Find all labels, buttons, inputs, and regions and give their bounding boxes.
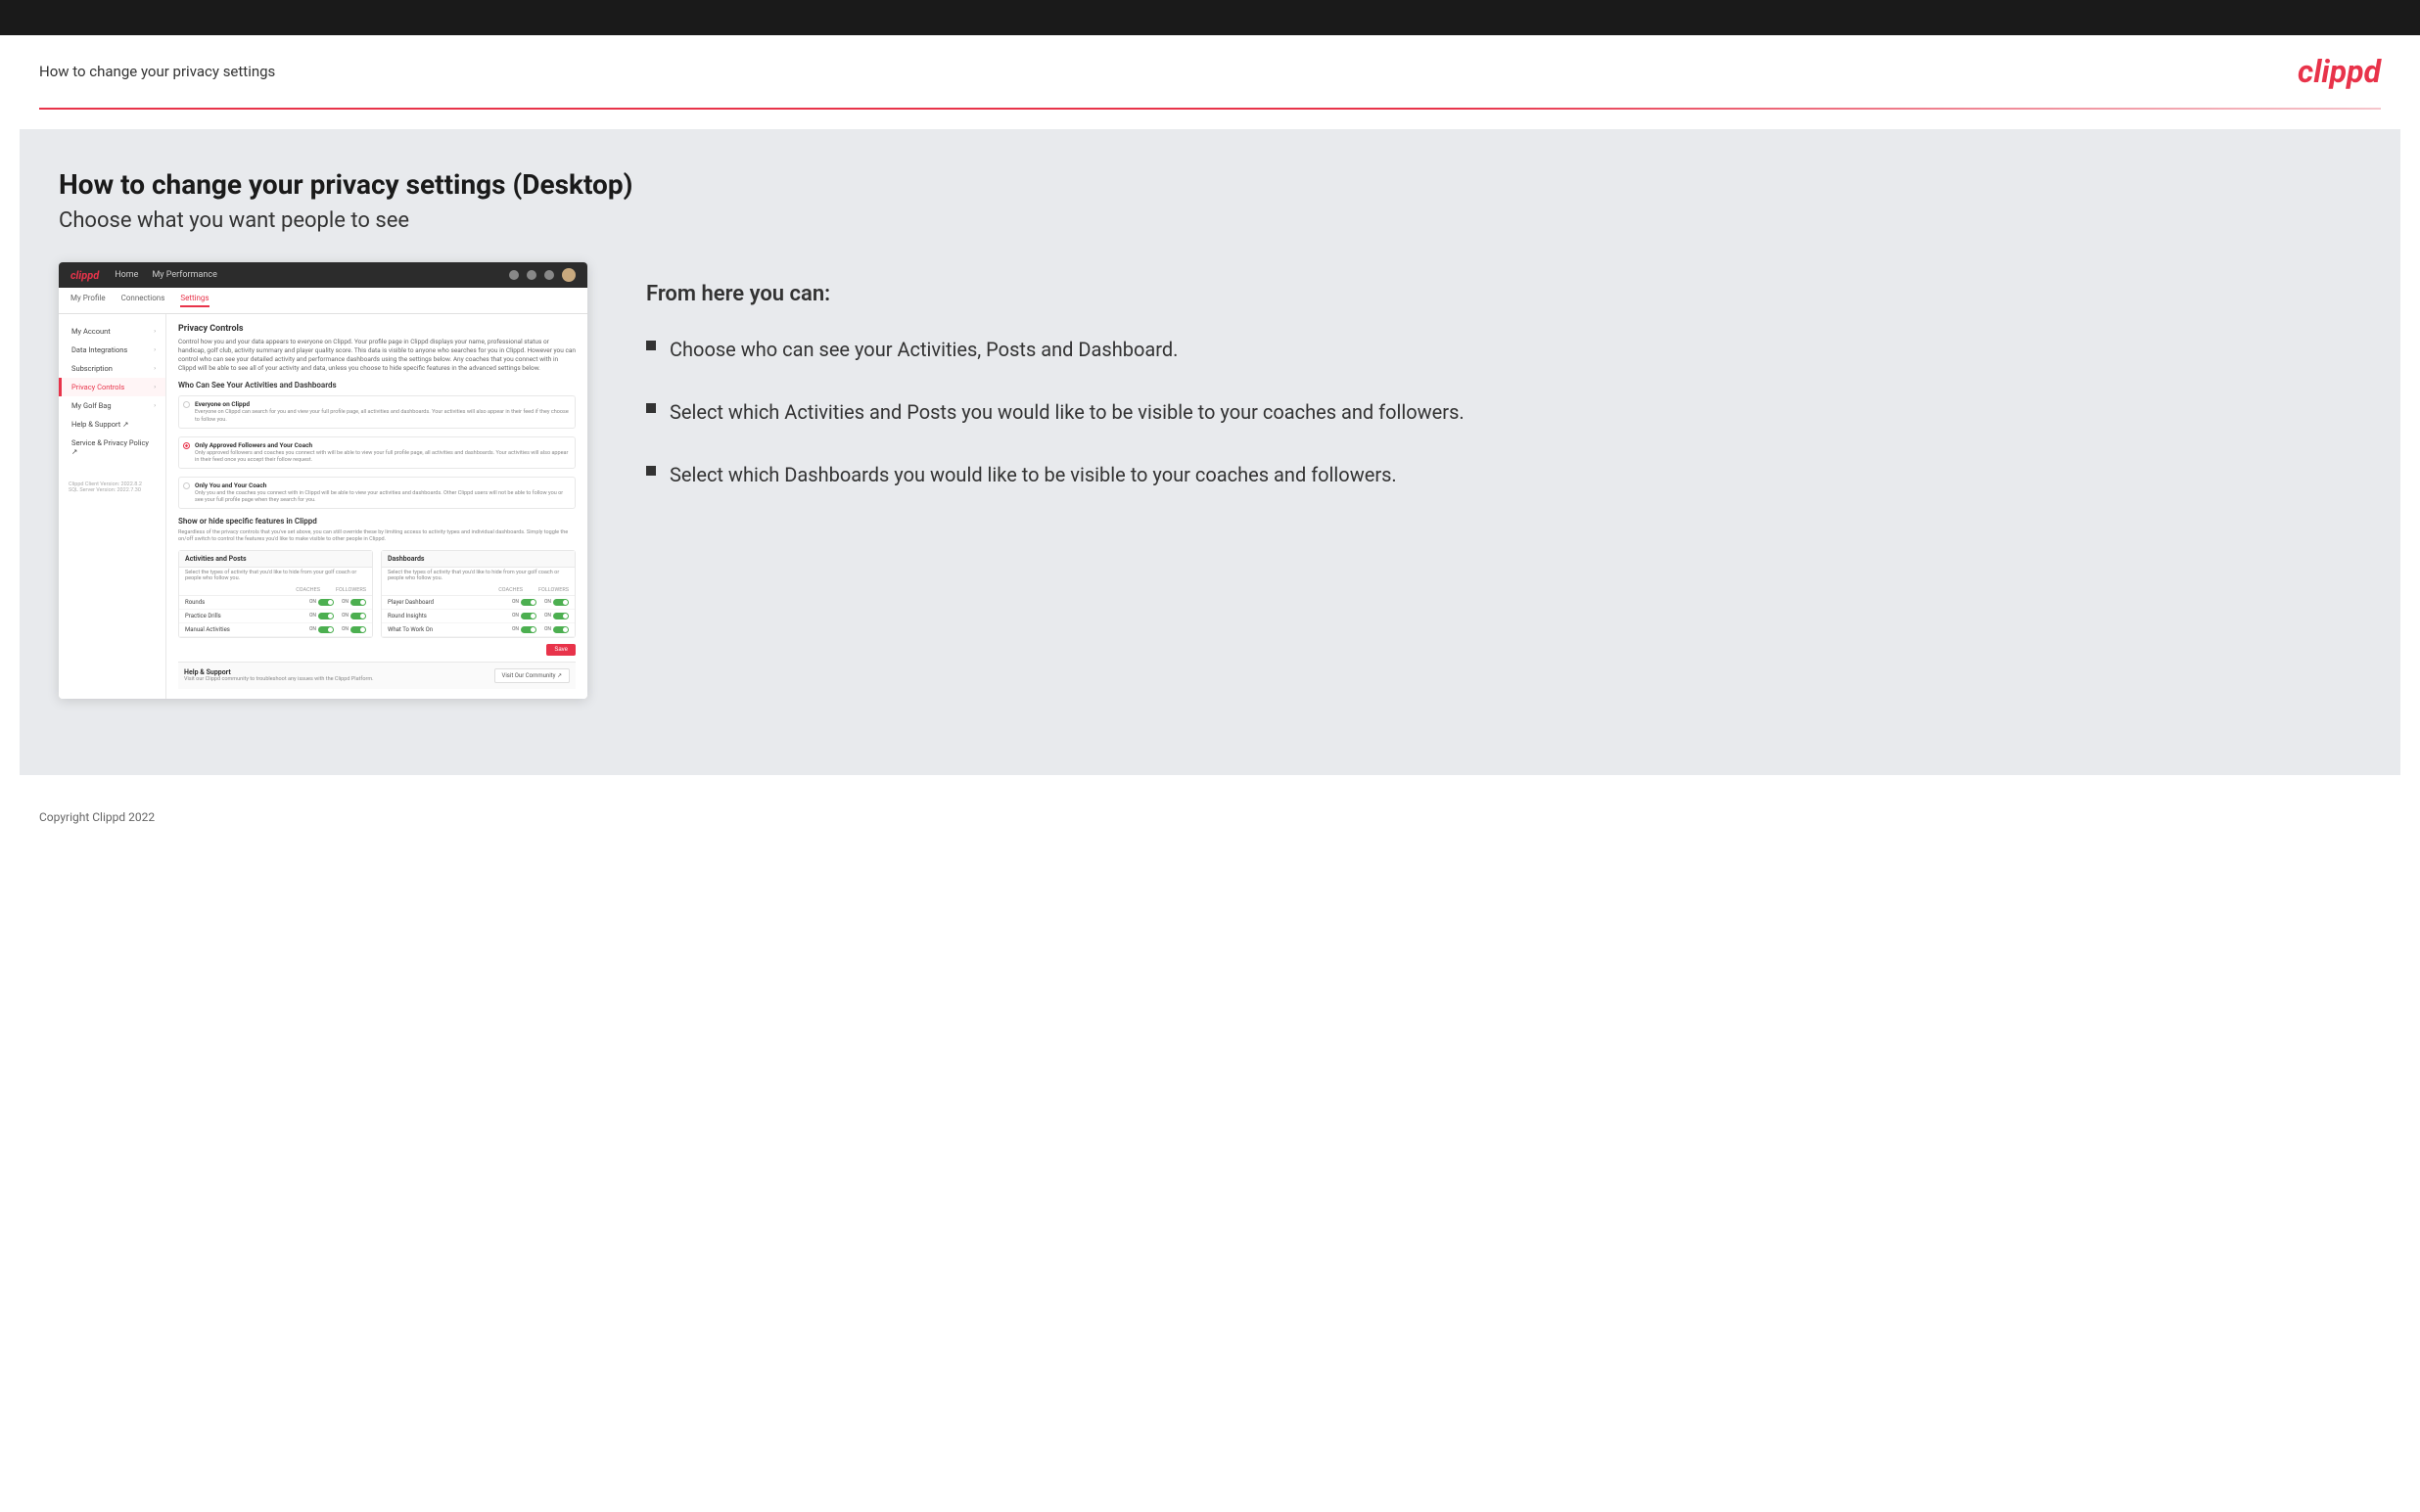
mock-sidebar-help: Help & Support ↗	[59, 415, 165, 434]
logo: clippd	[2298, 53, 2381, 90]
mock-visit-community-button[interactable]: Visit Our Community ↗	[494, 668, 571, 683]
mock-sidebar-version: Clippd Client Version: 2022.8.2SQL Serve…	[59, 477, 165, 498]
mock-subnav: My Profile Connections Settings	[59, 288, 587, 314]
mock-navbar: clippd Home My Performance	[59, 262, 587, 288]
mock-logo: clippd	[70, 269, 99, 282]
mock-radio-everyone-btn	[183, 401, 190, 408]
bullet-item-1: Choose who can see your Activities, Post…	[646, 336, 2361, 363]
mock-act-row-manual: Manual Activities ON ON	[179, 623, 372, 637]
mock-sidebar-myaccount: My Account ›	[59, 322, 165, 341]
mock-body: My Account › Data Integrations › Subscri…	[59, 314, 587, 699]
mock-nav-home: Home	[115, 270, 138, 280]
main-content: How to change your privacy settings (Des…	[20, 129, 2400, 775]
mock-show-hide-title: Show or hide specific features in Clippd	[178, 517, 576, 526]
page-title: How to change your privacy settings (Des…	[59, 168, 2361, 201]
bullet-item-3: Select which Dashboards you would like t…	[646, 461, 2361, 488]
mock-sidebar-golfbag: My Golf Bag ›	[59, 396, 165, 415]
mock-radio-everyone: Everyone on Clippd Everyone on Clippd ca…	[178, 395, 576, 428]
mock-dash-row-work: What To Work On ON ON	[382, 623, 575, 637]
bullet-text-1: Choose who can see your Activities, Post…	[670, 336, 1178, 363]
mock-dashboards-table: Dashboards Select the types of activity …	[381, 550, 576, 638]
mock-search-icon	[509, 270, 519, 280]
header-divider	[39, 108, 2381, 110]
mock-sidebar-subscription: Subscription ›	[59, 359, 165, 378]
header-title: How to change your privacy settings	[39, 63, 275, 80]
mock-privacy-desc: Control how you and your data appears to…	[178, 338, 576, 373]
mock-nav-right	[509, 268, 576, 282]
top-bar	[0, 0, 2420, 35]
mock-show-hide-desc: Regardless of the privacy controls that …	[178, 529, 576, 543]
mock-dash-row-player: Player Dashboard ON ON	[382, 596, 575, 610]
mock-main: Privacy Controls Control how you and you…	[166, 314, 587, 699]
mock-privacy-title: Privacy Controls	[178, 324, 576, 334]
mock-sidebar-data: Data Integrations ›	[59, 341, 165, 359]
mock-subnav-connections: Connections	[121, 294, 165, 307]
mock-tables-row: Activities and Posts Select the types of…	[178, 550, 576, 638]
mock-radio-followers-btn	[183, 442, 190, 449]
mock-activities-table: Activities and Posts Select the types of…	[178, 550, 373, 638]
mock-subnav-profile: My Profile	[70, 294, 106, 307]
mock-sidebar: My Account › Data Integrations › Subscri…	[59, 314, 166, 699]
mock-act-row-rounds: Rounds ON ON	[179, 596, 372, 610]
bullet-square-2	[646, 403, 656, 413]
mock-radio-youonly: Only You and Your Coach Only you and the…	[178, 477, 576, 509]
mock-act-row-drills: Practice Drills ON ON	[179, 610, 372, 623]
from-here-title: From here you can:	[646, 282, 2361, 306]
mock-save-button[interactable]: Save	[546, 644, 576, 656]
mock-who-title: Who Can See Your Activities and Dashboar…	[178, 381, 576, 389]
bullet-text-3: Select which Dashboards you would like t…	[670, 461, 1397, 488]
mock-sidebar-privacy: Privacy Controls ›	[59, 378, 165, 396]
mock-dash-row-round: Round Insights ON ON	[382, 610, 575, 623]
mock-save-row: Save	[178, 638, 576, 662]
bullet-text-2: Select which Activities and Posts you wo…	[670, 398, 1465, 426]
mock-nav-links: Home My Performance	[115, 270, 217, 280]
header: How to change your privacy settings clip…	[0, 35, 2420, 108]
mock-person-icon	[527, 270, 536, 280]
bullet-square-1	[646, 341, 656, 350]
bullet-list: Choose who can see your Activities, Post…	[646, 336, 2361, 488]
footer: Copyright Clippd 2022	[0, 795, 2420, 840]
bullet-square-3	[646, 466, 656, 476]
mock-nav-performance: My Performance	[152, 270, 216, 280]
mock-subnav-settings: Settings	[180, 294, 209, 307]
mock-avatar	[562, 268, 576, 282]
mock-settings-icon	[544, 270, 554, 280]
right-panel: From here you can: Choose who can see yo…	[627, 262, 2361, 699]
page-subtitle: Choose what you want people to see	[59, 208, 2361, 233]
mock-help-row: Help & Support Visit our Clippd communit…	[178, 662, 576, 689]
mock-radio-followers: Only Approved Followers and Your Coach O…	[178, 436, 576, 469]
bullet-item-2: Select which Activities and Posts you wo…	[646, 398, 2361, 426]
screenshot-mockup: clippd Home My Performance My Profile Co…	[59, 262, 587, 699]
content-row: clippd Home My Performance My Profile Co…	[59, 262, 2361, 699]
copyright-text: Copyright Clippd 2022	[39, 810, 155, 824]
mock-radio-youonly-btn	[183, 482, 190, 489]
mock-sidebar-service: Service & Privacy Policy ↗	[59, 434, 165, 461]
